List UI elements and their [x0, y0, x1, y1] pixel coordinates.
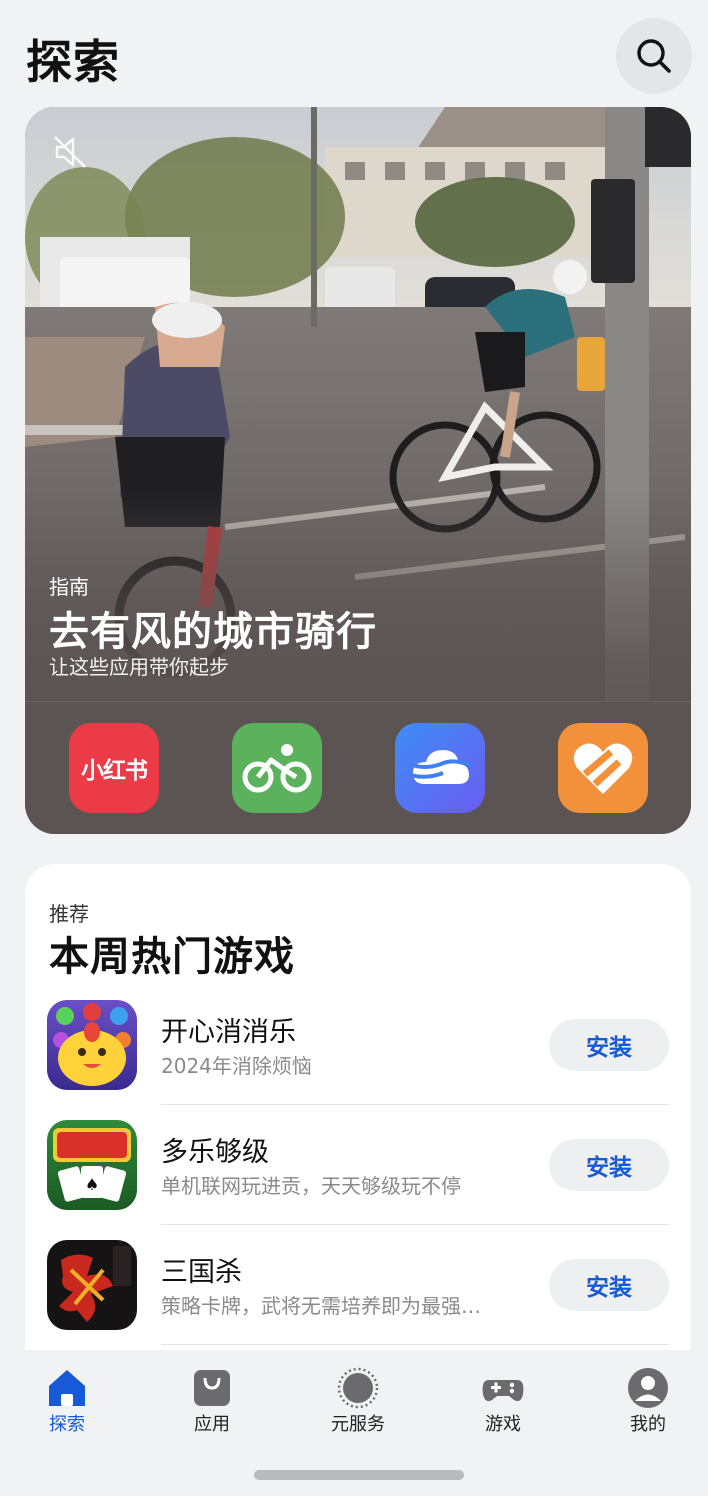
- bag-icon: [194, 1370, 230, 1406]
- tab-explore[interactable]: 探索: [17, 1366, 117, 1436]
- game-icon-xiaoxiaole: [47, 1000, 137, 1090]
- divider: [161, 1344, 669, 1345]
- page-title: 探索: [26, 35, 120, 89]
- app-fitness[interactable]: [558, 723, 648, 813]
- install-button[interactable]: 安装: [549, 1019, 669, 1071]
- tab-label: 元服务: [331, 1414, 385, 1435]
- guide-hero-card[interactable]: 指南 去有风的城市骑行 让这些应用带你起步 小红书: [25, 107, 691, 834]
- game-icon-sanguosha: [47, 1240, 137, 1330]
- game-name: 开心消消乐: [161, 1017, 296, 1048]
- xiaohongshu-logo-text: 小红书: [81, 758, 148, 784]
- install-button[interactable]: 安装: [549, 1259, 669, 1311]
- bicycle-icon: [242, 744, 312, 793]
- app-xiaohongshu[interactable]: 小红书: [69, 723, 159, 813]
- bottom-tab-bar: 探索 应用 元服务 游戏 我的: [0, 1350, 708, 1496]
- game-row[interactable]: 开心消消乐 2024年消除烦恼 安装: [25, 1000, 691, 1120]
- app-weather[interactable]: [395, 723, 485, 813]
- hero-title: 去有风的城市骑行: [49, 609, 377, 655]
- game-icon-duole-gouji: ♠: [47, 1120, 137, 1210]
- divider: [161, 1104, 669, 1105]
- tab-apps[interactable]: 应用: [162, 1366, 262, 1436]
- tab-services[interactable]: 元服务: [308, 1366, 408, 1436]
- hero-subtitle: 让这些应用带你起步: [49, 655, 229, 679]
- recommend-title: 本周热门游戏: [49, 934, 295, 980]
- game-description: 单机联网玩进贡，天天够级玩不停: [161, 1174, 461, 1198]
- gamepad-icon: [482, 1380, 524, 1402]
- app-cycling[interactable]: [232, 723, 322, 813]
- tab-me[interactable]: 我的: [598, 1366, 698, 1436]
- search-button[interactable]: [616, 18, 692, 94]
- install-button[interactable]: 安装: [549, 1139, 669, 1191]
- svg-text:♠: ♠: [85, 1175, 99, 1194]
- game-description: 策略卡牌，武将无需培养即为最强…: [161, 1294, 481, 1318]
- wind-cloud-icon: [406, 750, 472, 784]
- game-row[interactable]: ♠ 多乐够级 单机联网玩进贡，天天够级玩不停 安装: [25, 1120, 691, 1240]
- tab-label: 游戏: [485, 1414, 521, 1435]
- tab-label: 应用: [194, 1414, 230, 1435]
- game-name: 多乐够级: [161, 1137, 269, 1168]
- hero-app-strip: 小红书: [25, 701, 691, 834]
- game-row[interactable]: 三国杀 策略卡牌，武将无需培养即为最强… 安装: [25, 1240, 691, 1360]
- tab-label: 探索: [49, 1414, 85, 1435]
- recommend-tag: 推荐: [49, 902, 89, 926]
- search-icon: [637, 39, 671, 73]
- tab-label: 我的: [630, 1414, 666, 1435]
- divider: [161, 1224, 669, 1225]
- hero-tag: 指南: [49, 575, 89, 599]
- home-icon: [49, 1370, 85, 1406]
- game-description: 2024年消除烦恼: [161, 1054, 312, 1078]
- profile-icon: [628, 1368, 668, 1408]
- game-name: 三国杀: [161, 1257, 242, 1288]
- ring-icon: [337, 1367, 379, 1409]
- tab-games[interactable]: 游戏: [453, 1366, 553, 1436]
- mute-icon[interactable]: [49, 131, 91, 173]
- heart-icon: [573, 743, 633, 794]
- home-indicator[interactable]: [254, 1470, 464, 1480]
